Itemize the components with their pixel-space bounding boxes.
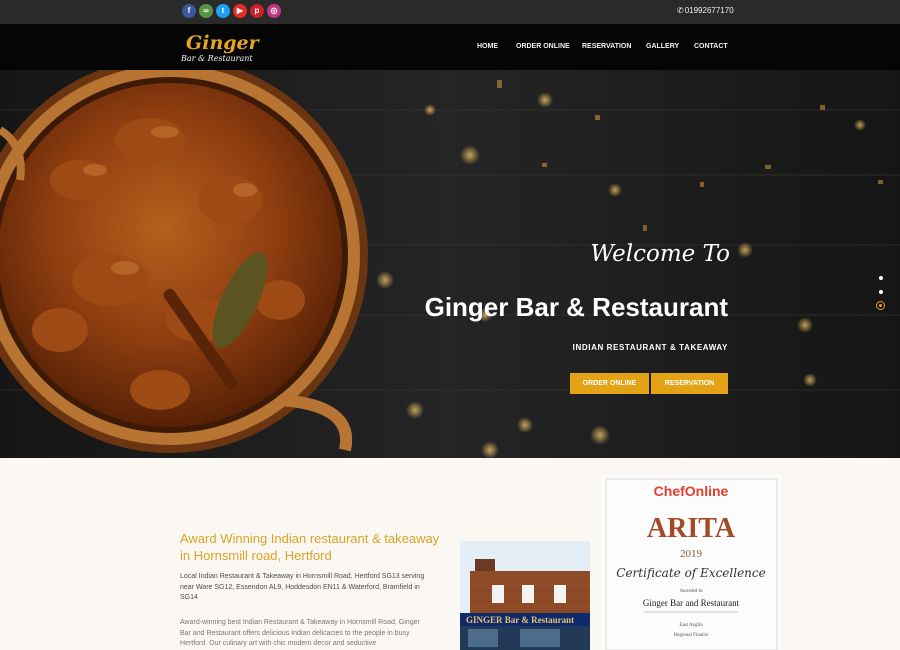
nav-home[interactable]: HOME (477, 43, 498, 50)
certificate-result: Regional Finalist (674, 633, 709, 638)
instagram-icon[interactable]: ◎ (267, 4, 281, 18)
hero-subtitle: INDIAN RESTAURANT & TAKEAWAY (572, 343, 728, 352)
social-links: f ∞ t ▶ p ◎ (182, 4, 281, 18)
certificate-awarded-to: Awarded to (679, 589, 703, 594)
certificate-heading: Certificate of Excellence (616, 566, 765, 580)
pinterest-icon[interactable]: p (250, 4, 264, 18)
about-paragraph-1: Local Indian Restaurant & Takeaway in Ho… (180, 573, 425, 601)
hero-welcome-text: Welcome To (590, 241, 730, 267)
phone-number[interactable]: ✆01992677170 (677, 6, 734, 15)
certificate-recipient: Ginger Bar and Restaurant (643, 598, 740, 608)
slider-dot-1[interactable] (879, 276, 883, 280)
phone-icon: ✆ (677, 6, 684, 15)
logo-name: Ginger (186, 32, 259, 54)
youtube-icon[interactable]: ▶ (233, 4, 247, 18)
slider-dot-2[interactable] (879, 290, 883, 294)
storefront-image: GINGER Bar & Restaurant (460, 541, 590, 650)
storefront-sign-text: GINGER Bar & Restaurant (466, 615, 574, 625)
slider-dot-3[interactable] (876, 301, 885, 310)
hero-background-image (0, 70, 900, 458)
facebook-icon[interactable]: f (182, 4, 196, 18)
certificate-image: ChefOnline ARITA 2019 Certificate of Exc… (602, 475, 781, 650)
certificate-year: 2019 (680, 548, 703, 560)
certificate-award: ARITA (647, 513, 736, 544)
award-certificate: ChefOnline ARITA 2019 Certificate of Exc… (602, 475, 781, 650)
logo-subtitle: Bar & Restaurant (181, 54, 253, 63)
main-navbar (0, 24, 900, 70)
site-logo[interactable]: Ginger Bar & Restaurant (181, 32, 259, 66)
hero-order-online-button[interactable]: ORDER ONLINE (570, 373, 649, 394)
nav-gallery[interactable]: GALLERY (646, 43, 679, 50)
nav-contact[interactable]: CONTACT (694, 43, 728, 50)
hero-title: Ginger Bar & Restaurant (424, 292, 728, 322)
certificate-brand: ChefOnline (654, 483, 729, 499)
about-paragraph-2: Award-winning best Indian Restaurant & T… (180, 619, 420, 647)
tripadvisor-icon[interactable]: ∞ (199, 4, 213, 18)
phone-text: 01992677170 (684, 6, 734, 15)
about-heading: Award Winning Indian restaurant & takeaw… (180, 531, 440, 563)
certificate-region: East Anglia (679, 623, 703, 628)
nav-order-online[interactable]: ORDER ONLINE (516, 43, 570, 50)
top-bar (0, 0, 900, 24)
slider-pagination (875, 276, 887, 314)
twitter-icon[interactable]: t (216, 4, 230, 18)
hero-slider: Welcome To Ginger Bar & Restaurant INDIA… (0, 70, 900, 458)
nav-reservation[interactable]: RESERVATION (582, 43, 631, 50)
hero-reservation-button[interactable]: RESERVATION (651, 373, 728, 394)
restaurant-storefront-photo: GINGER Bar & Restaurant (460, 541, 590, 650)
